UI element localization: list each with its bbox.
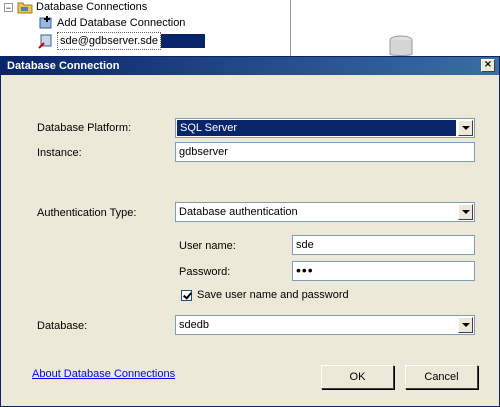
about-connections-link[interactable]: About Database Connections <box>32 368 175 380</box>
tree-item-label: Database Connections <box>36 1 148 13</box>
chevron-down-icon[interactable] <box>458 120 473 136</box>
database-select[interactable]: sdedb <box>175 315 475 335</box>
cancel-button[interactable]: Cancel <box>405 365 478 389</box>
username-value: sde <box>296 239 314 251</box>
add-connection-icon <box>38 15 54 31</box>
database-label: Database: <box>37 320 88 332</box>
chevron-down-icon[interactable] <box>458 317 473 333</box>
instance-value: gdbserver <box>179 146 228 158</box>
instance-input[interactable]: gdbserver <box>175 142 475 162</box>
password-value: ••• <box>296 262 314 278</box>
username-label: User name: <box>179 240 236 252</box>
close-icon: × <box>483 59 493 70</box>
database-value: sdedb <box>179 319 209 331</box>
database-icon <box>389 35 413 56</box>
instance-label: Instance: <box>37 147 82 159</box>
password-label: Password: <box>179 266 231 278</box>
tree-item-database-connections[interactable]: − Database Connections <box>4 0 147 15</box>
password-input[interactable]: ••• <box>292 261 475 281</box>
tree-item-label: sde@gdbserver.sde <box>57 32 162 50</box>
collapse-icon[interactable]: − <box>4 2 13 12</box>
platform-value: SQL Server <box>177 120 456 136</box>
close-button[interactable]: × <box>481 59 495 72</box>
folder-icon <box>17 0 33 15</box>
username-input[interactable]: sde <box>292 235 475 255</box>
save-credentials-checkbox[interactable] <box>181 289 192 301</box>
platform-label: Database Platform: <box>37 122 132 134</box>
platform-select[interactable]: SQL Server <box>175 118 475 138</box>
auth-type-label: Authentication Type: <box>37 207 137 219</box>
selection-highlight <box>161 34 206 48</box>
dialog-title: Database Connection <box>7 60 120 72</box>
database-connection-icon <box>38 33 54 49</box>
auth-type-value: Database authentication <box>179 206 298 218</box>
chevron-down-icon[interactable] <box>458 204 473 220</box>
save-credentials-label: Save user name and password <box>197 289 349 301</box>
auth-type-select[interactable]: Database authentication <box>175 202 475 222</box>
ok-button[interactable]: OK <box>321 365 394 389</box>
save-credentials-row[interactable]: Save user name and password <box>181 289 349 301</box>
database-connection-dialog: Database Connection × Database Platform:… <box>0 56 500 407</box>
tree-item-add-connection[interactable]: Add Database Connection <box>38 15 185 31</box>
tree-item-label: Add Database Connection <box>57 17 186 29</box>
tree-item-sde-connection[interactable]: sde@gdbserver.sde <box>38 32 206 50</box>
dialog-titlebar[interactable]: Database Connection × <box>1 57 499 75</box>
